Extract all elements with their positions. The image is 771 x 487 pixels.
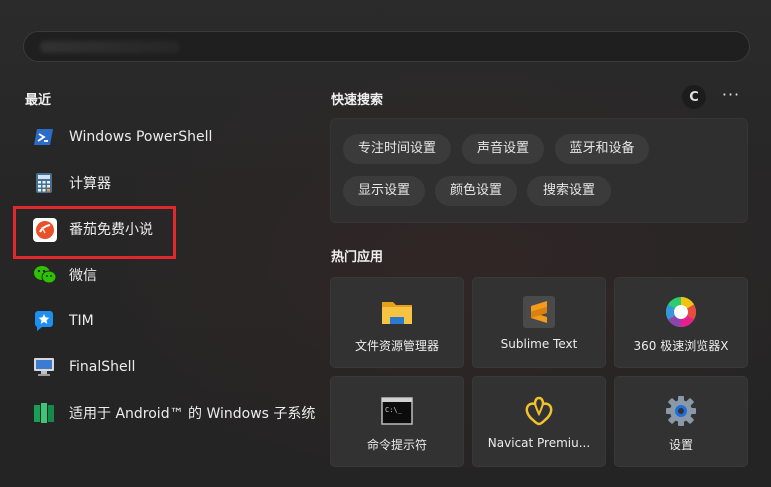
more-options-button[interactable]: ··· [717,85,745,107]
browser-360-icon [664,295,698,329]
recent-item-tim[interactable]: TIM [33,301,323,341]
tile-label: Sublime Text [500,337,578,351]
chip-bluetooth-devices[interactable]: 蓝牙和设备 [555,134,649,164]
quick-search-panel: 专注时间设置 声音设置 蓝牙和设备 显示设置 颜色设置 搜索设置 [330,118,748,223]
tile-360-browser[interactable]: 360 极速浏览器X [614,277,748,368]
tile-label: Navicat Premiu... [487,436,591,450]
chip-display-settings[interactable]: 显示设置 [343,176,425,206]
tile-navicat[interactable]: Navicat Premiu... [472,376,606,467]
recent-item-finalshell[interactable]: FinalShell [33,347,323,387]
recent-item-wsa[interactable]: 适用于 Android™ 的 Windows 子系统 [33,393,323,433]
recent-item-powershell[interactable]: Windows PowerShell [33,117,323,157]
wechat-icon [33,264,57,286]
folder-icon [380,295,414,329]
chip-sound-settings[interactable]: 声音设置 [462,134,544,164]
tile-label: 文件资源管理器 [354,339,439,353]
tile-label: 命令提示符 [366,438,427,452]
chip-color-settings[interactable]: 颜色设置 [435,176,517,206]
tile-label: 设置 [668,438,693,452]
recent-item-calculator[interactable]: 计算器 [33,163,323,203]
tile-settings[interactable]: 设置 [614,376,748,467]
tile-cmd[interactable]: C:\_ 命令提示符 [330,376,464,467]
recent-item-label: 计算器 [69,176,111,192]
hot-apps-title: 热门应用 [331,250,384,265]
search-input[interactable] [23,31,750,62]
refresh-button[interactable]: C [682,85,706,109]
powershell-icon [33,126,55,148]
settings-gear-icon [664,394,698,428]
finalshell-icon [33,356,55,378]
recent-item-wechat[interactable]: 微信 [33,255,323,295]
calculator-icon [33,172,55,194]
tile-sublime-text[interactable]: Sublime Text [472,277,606,368]
tile-label: 360 极速浏览器X [633,339,729,353]
svg-text:C:\_: C:\_ [385,406,403,414]
tim-icon [33,310,55,332]
quick-search-title: 快速搜索 [331,93,384,108]
chip-focus-settings[interactable]: 专注时间设置 [343,134,451,164]
search-placeholder-blur [40,41,180,53]
highlight-box [13,206,176,259]
cmd-icon: C:\_ [380,394,414,428]
navicat-icon [522,394,556,428]
recent-item-label: 适用于 Android™ 的 Windows 子系统 [69,406,316,422]
recent-item-label: TIM [69,313,94,329]
wsa-icon [33,402,55,424]
tile-file-explorer[interactable]: 文件资源管理器 [330,277,464,368]
recent-item-label: FinalShell [69,359,136,375]
sublime-icon [522,295,556,329]
recent-item-label: 微信 [69,268,97,284]
recent-title: 最近 [25,93,52,108]
recent-item-label: Windows PowerShell [69,129,213,145]
chip-search-settings[interactable]: 搜索设置 [527,176,611,206]
